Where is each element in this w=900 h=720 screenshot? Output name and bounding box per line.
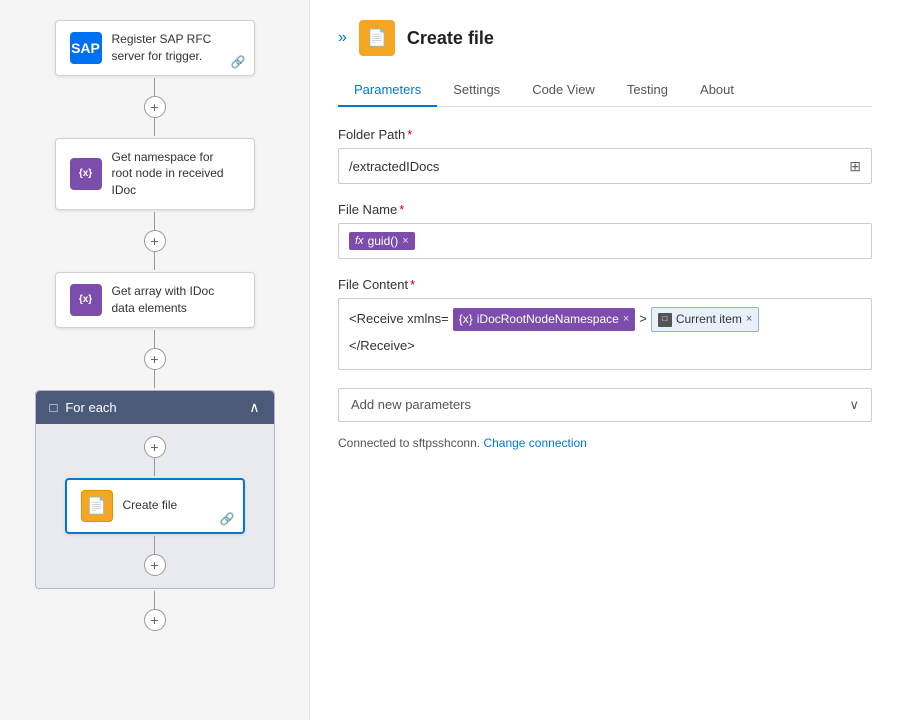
connector-inner-top: + [144,436,166,476]
panel-file-icon: 📄 [359,20,395,56]
add-button-inner-top[interactable]: + [144,436,166,458]
var-label: iDocRootNodeNamespace [477,310,619,329]
tab-parameters[interactable]: Parameters [338,74,437,107]
current-item-close[interactable]: × [746,311,752,329]
node-create-file-text: Create file [123,497,178,514]
add-button-1[interactable]: + [144,96,166,118]
folder-path-group: Folder Path* /extractedIDocs ⊞ [338,127,872,184]
var-token: {x} iDocRootNodeNamespace × [453,308,636,331]
add-params-label: Add new parameters [351,397,471,412]
node-get-array-text: Get array with IDoc data elements [112,283,215,317]
node-create-file[interactable]: 📄 Create file 🔗 [65,478,245,534]
receive-suffix: </Receive> [349,336,415,357]
file-name-label: File Name* [338,202,872,217]
tab-about[interactable]: About [684,74,750,107]
folder-path-icon: ⊞ [849,158,861,175]
inner-link-icon: 🔗 [220,512,235,526]
box-icon: □ [658,313,672,327]
content-row-1: <Receive xmlns= {x} iDocRootNodeNamespac… [349,307,861,332]
foreach-header[interactable]: □ For each ∧ [36,391,274,424]
detail-panel: » 📄 Create file Parameters Settings Code… [310,0,900,720]
node-get-namespace-text: Get namespace for root node in received … [112,149,224,199]
folder-path-label: Folder Path* [338,127,872,142]
current-item-token: □ Current item × [651,307,759,332]
connector-3: + [144,330,166,388]
add-button-3[interactable]: + [144,348,166,370]
file-content-input[interactable]: <Receive xmlns= {x} iDocRootNodeNamespac… [338,298,872,370]
guid-token: fx guid() × [349,232,415,250]
func-icon: fx [355,235,364,247]
variable-icon-2: {x} [70,284,102,316]
file-name-group: File Name* fx guid() × [338,202,872,259]
chevron-up-icon[interactable]: ∧ [249,399,259,416]
node-register-sap[interactable]: SAP Register SAP RFC server for trigger.… [55,20,255,76]
change-connection-link[interactable]: Change connection [483,436,586,450]
current-item-label: Current item [676,310,742,329]
panel-title: Create file [407,28,494,49]
guid-token-label: guid() [368,234,399,248]
file-icon: 📄 [81,490,113,522]
expand-icon[interactable]: » [338,29,347,47]
file-content-label: File Content* [338,277,872,292]
sap-icon: SAP [70,32,102,64]
connector-1: + [144,78,166,136]
connection-text: Connected to sftpsshconn. [338,436,480,450]
foreach-label: For each [65,400,116,415]
variable-icon-1: {x} [70,158,102,190]
guid-token-close[interactable]: × [402,235,408,247]
file-content-group: File Content* <Receive xmlns= {x} iDocRo… [338,277,872,370]
foreach-container: □ For each ∧ + 📄 Create file 🔗 [35,390,275,589]
flow-canvas: SAP Register SAP RFC server for trigger.… [0,0,310,720]
connector-inner-bottom: + [144,536,166,576]
folder-path-value: /extractedIDocs [349,159,439,174]
flow-nodes: SAP Register SAP RFC server for trigger.… [10,20,299,633]
node-register-sap-text: Register SAP RFC server for trigger. [112,31,212,65]
add-button-inner-bottom[interactable]: + [144,554,166,576]
connector-after-foreach: + [144,591,166,631]
link-icon: 🔗 [231,55,246,69]
connection-info: Connected to sftpsshconn. Change connect… [338,436,872,450]
node-get-namespace[interactable]: {x} Get namespace for root node in recei… [55,138,255,210]
tab-testing[interactable]: Testing [611,74,684,107]
add-button-after-foreach[interactable]: + [144,609,166,631]
tab-settings[interactable]: Settings [437,74,516,107]
tabs-bar: Parameters Settings Code View Testing Ab… [338,74,872,107]
add-params-dropdown[interactable]: Add new parameters ∨ [338,388,872,422]
foreach-box-icon: □ [50,400,58,415]
node-get-array[interactable]: {x} Get array with IDoc data elements [55,272,255,328]
file-name-input[interactable]: fx guid() × [338,223,872,259]
folder-path-input[interactable]: /extractedIDocs ⊞ [338,148,872,184]
connector-2: + [144,212,166,270]
panel-header: » 📄 Create file [338,20,872,56]
var-icon: {x} [459,310,473,329]
content-row-2: </Receive> [349,336,861,357]
chevron-down-icon: ∨ [849,397,859,413]
separator: > [639,309,647,330]
tab-code-view[interactable]: Code View [516,74,611,107]
receive-prefix: <Receive xmlns= [349,309,449,330]
add-button-2[interactable]: + [144,230,166,252]
foreach-header-left: □ For each [50,400,117,415]
foreach-body: + 📄 Create file 🔗 + [36,424,274,588]
var-token-close[interactable]: × [623,311,629,329]
